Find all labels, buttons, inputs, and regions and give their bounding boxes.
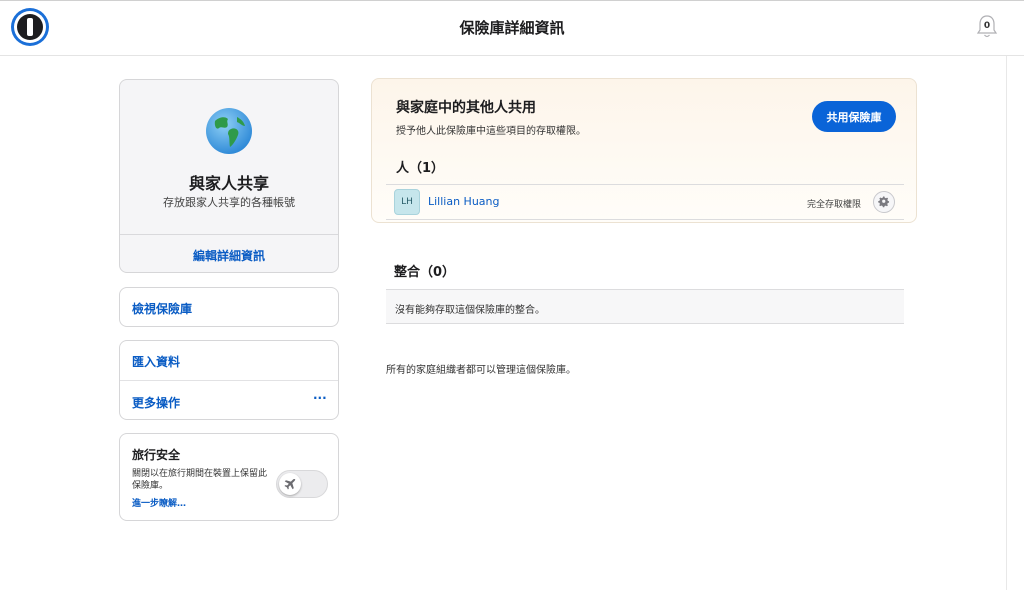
share-vault-button[interactable]: 共用保險庫 xyxy=(812,101,896,132)
access-level: 完全存取權限 xyxy=(807,200,862,210)
avatar: LH xyxy=(394,189,420,215)
divider xyxy=(120,234,338,235)
airplane-icon xyxy=(284,479,296,490)
managers-note: 所有的家庭組織者都可以管理這個保險庫。 xyxy=(386,365,576,376)
edit-details-link[interactable]: 編輯詳細資訊 xyxy=(120,247,338,264)
travel-safe-description: 關閉以在旅行期間在裝置上保留此保險庫。 xyxy=(132,469,268,491)
view-vault-link[interactable]: 檢視保險庫 xyxy=(132,300,192,317)
divider xyxy=(120,380,338,381)
travel-safe-toggle[interactable] xyxy=(276,470,328,498)
learn-more-link[interactable]: 進一步瞭解… xyxy=(132,496,186,509)
more-actions-link[interactable]: 更多操作 xyxy=(132,394,180,411)
globe-icon xyxy=(205,107,253,155)
vault-description: 存放跟家人共享的各種帳號 xyxy=(163,196,295,209)
share-subtitle: 授予他人此保險庫中這些項目的存取權限。 xyxy=(396,126,586,137)
vault-name: 與家人共享 xyxy=(188,174,269,193)
page-title: 保險庫詳細資訊 xyxy=(459,19,565,37)
notification-count: 0 xyxy=(983,21,991,31)
integrations-empty-text: 沒有能夠存取這個保險庫的整合。 xyxy=(395,305,545,316)
travel-safe-title: 旅行安全 xyxy=(132,448,181,462)
actions-card: 匯入資料 更多操作 ··· xyxy=(119,340,339,420)
gear-icon[interactable] xyxy=(873,191,895,213)
view-vault-card[interactable]: 檢視保險庫 xyxy=(119,287,339,327)
share-title: 與家庭中的其他人共用 xyxy=(396,100,536,116)
more-options-icon[interactable]: ··· xyxy=(313,391,327,405)
notification-bell-icon[interactable]: 0 xyxy=(975,14,999,40)
scrollbar[interactable] xyxy=(1006,56,1007,590)
import-data-link[interactable]: 匯入資料 xyxy=(132,353,180,370)
integrations-empty-row: 沒有能夠存取這個保險庫的整合。 xyxy=(386,289,904,324)
integrations-heading: 整合（0） xyxy=(394,265,456,280)
vault-summary-card: 與家人共享 存放跟家人共享的各種帳號 編輯詳細資訊 xyxy=(119,79,339,273)
person-row[interactable]: LH Lillian Huang 完全存取權限 xyxy=(386,184,904,220)
person-name-link[interactable]: Lillian Huang xyxy=(428,195,500,208)
top-bar: 保險庫詳細資訊 0 xyxy=(0,0,1024,56)
people-heading: 人（1） xyxy=(396,161,445,176)
toggle-knob[interactable] xyxy=(279,473,301,495)
travel-safe-card: 旅行安全 關閉以在旅行期間在裝置上保留此保險庫。 進一步瞭解… xyxy=(119,433,339,521)
